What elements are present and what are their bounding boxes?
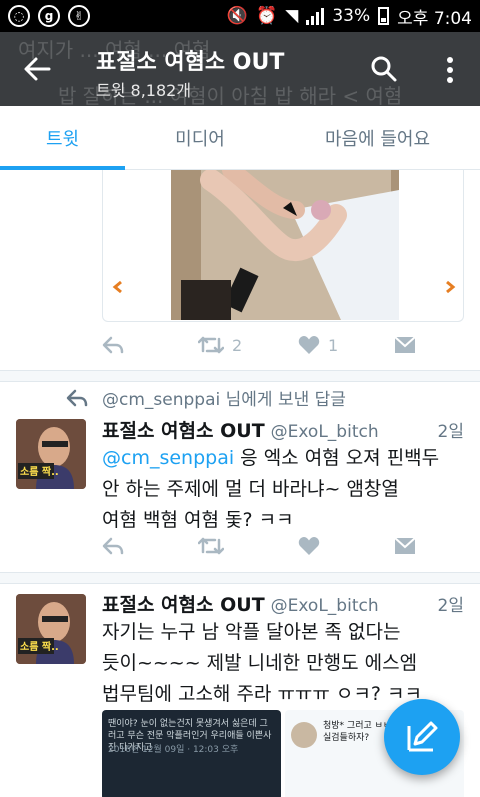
tweet-text-line: 자기는 누구 남 악플 달아본 족 없다는 — [102, 621, 401, 643]
tweet-divider — [0, 572, 480, 584]
reply-icon — [102, 336, 124, 354]
profile-tabs: 트윗 미디어 마음에 들어요 — [0, 106, 480, 170]
search-icon[interactable] — [370, 55, 398, 83]
tweet-time: 2일 — [437, 422, 464, 442]
media-thumbnail[interactable]: 땐이야? 눈이 없는건지 못생겨서 싫은데 그러고 무슨 전문 악플러인거 우리… — [102, 710, 281, 797]
like-button[interactable]: 1 — [298, 335, 338, 355]
victory-icon: ✌ — [68, 5, 90, 27]
reply-context: @cm_senppai 님에게 보낸 답글 — [66, 385, 346, 410]
g-icon: g — [38, 5, 60, 27]
app-bar: 여지가 ... 여혐 ... 여혐 밥 잘하는 ... 여혐이 아침 밥 해라 … — [0, 32, 480, 106]
battery-icon — [378, 7, 390, 25]
author-handle[interactable]: @ExoL_bitch — [271, 422, 379, 442]
tweet-header: 표절소 여혐소 OUT @ExoL_bitch 2일 — [102, 416, 464, 443]
tab-media[interactable]: 미디어 — [125, 106, 275, 169]
profile-name: 표절소 여혐소 OUT — [96, 50, 285, 75]
tweet-text-line: 여혐 백혐 여혐 돛? ㅋㅋ — [102, 509, 294, 531]
mention-link[interactable]: @cm_senppai — [102, 447, 234, 469]
author-handle[interactable]: @ExoL_bitch — [271, 596, 379, 616]
status-bar: ◌ g ✌ 🔇 ⏰ ◥ 33% 오후 7:04 — [0, 0, 480, 32]
heart-icon — [298, 537, 320, 555]
tweet-text-line: 듯이~~~~ 제발 니네한 만행도 에스엠 — [102, 652, 418, 674]
avatar[interactable]: 소름 짝.. — [16, 419, 86, 489]
clock: 오후 7:04 — [397, 8, 472, 29]
media-avatar — [291, 722, 317, 748]
back-arrow-icon[interactable] — [22, 54, 52, 84]
retweet-button[interactable]: 2 — [198, 335, 242, 355]
retweet-icon — [198, 537, 224, 555]
tab-likes[interactable]: 마음에 들어요 — [275, 106, 480, 169]
like-button[interactable] — [298, 536, 320, 556]
dm-envelope-icon — [394, 336, 416, 353]
tweet-actions — [102, 536, 464, 564]
author-name[interactable]: 표절소 여혐소 OUT — [102, 416, 265, 443]
alarm-icon: ⏰ — [256, 6, 278, 26]
retweet-button[interactable] — [198, 536, 224, 556]
more-options-icon[interactable] — [440, 56, 460, 84]
reply-button[interactable] — [102, 335, 124, 355]
media-date: 2016년 12월 09일 · 12:03 오후 — [108, 745, 239, 755]
reply-icon — [102, 537, 124, 555]
retweet-count: 2 — [232, 335, 243, 355]
direct-message-button[interactable] — [394, 335, 416, 355]
compose-icon — [407, 721, 438, 752]
compose-tweet-button[interactable] — [384, 699, 460, 775]
avatar[interactable]: 소름 짝.. — [16, 594, 86, 664]
tweet-header: 표절소 여혐소 OUT @ExoL_bitch 2일 — [102, 590, 464, 617]
tweet-text-line: 응 엑소 여혐 오져 핀백두 — [234, 447, 440, 469]
tab-tweets[interactable]: 트윗 — [0, 106, 125, 170]
tweet-count: 트윗 8,182개 — [96, 81, 192, 100]
reply-button[interactable] — [102, 536, 124, 556]
tweet-divider — [0, 370, 480, 382]
reply-icon — [66, 389, 88, 406]
reply-to-label[interactable]: @cm_senppai 님에게 보낸 답글 — [102, 385, 346, 410]
tweet-photo[interactable] — [171, 170, 399, 320]
tweet-text-line: 안 하는 주제에 멀 더 바라냐~ 앰창열 — [102, 478, 399, 500]
author-name[interactable]: 표절소 여혐소 OUT — [102, 590, 265, 617]
mute-icon: 🔇 — [226, 6, 249, 26]
direct-message-button[interactable] — [394, 536, 416, 556]
battery-percent: 33% — [332, 6, 371, 26]
like-count: 1 — [328, 335, 339, 355]
chevron-left-icon[interactable] — [111, 280, 125, 294]
tweet-text: 자기는 누구 남 악플 달아본 족 없다는 듯이~~~~ 제발 니네한 만행도 … — [102, 617, 462, 710]
svg-text:소름 짝..: 소름 짝.. — [20, 640, 59, 653]
tweet-actions: 2 1 — [102, 335, 464, 363]
retweet-icon — [198, 336, 224, 354]
wifi-icon: ◥ — [285, 6, 299, 26]
svg-text:소름 짝..: 소름 짝.. — [20, 465, 59, 478]
media-card[interactable] — [102, 170, 464, 322]
dm-envelope-icon — [394, 537, 416, 554]
tweet-time: 2일 — [437, 596, 464, 616]
tweet-text: @cm_senppai 응 엑소 여혐 오져 핀백두 안 하는 주제에 멀 더 … — [102, 443, 462, 536]
chevron-right-icon[interactable] — [443, 280, 457, 294]
signal-icon — [306, 7, 325, 25]
heart-icon — [298, 336, 320, 354]
chat-icon: ◌ — [8, 5, 30, 27]
